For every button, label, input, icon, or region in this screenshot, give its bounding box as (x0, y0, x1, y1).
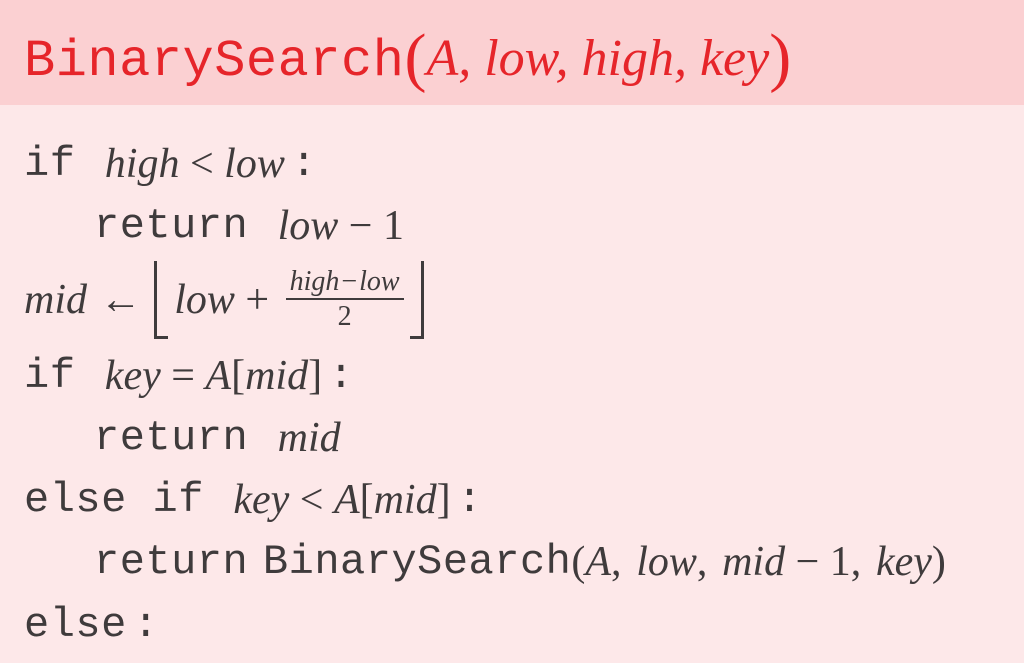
rbrack: ] (308, 345, 322, 407)
line-if-high-lt-low: if high < low : (24, 133, 1000, 195)
line-return-low-minus-1: return low − 1 (24, 195, 1000, 257)
rbrack: ] (437, 469, 451, 531)
func-name: BinarySearch (24, 32, 404, 91)
rparen-icon: ) (769, 21, 791, 94)
kw-return: return (94, 531, 248, 593)
op-lt: < (179, 133, 224, 195)
var-low: low (278, 195, 339, 257)
line-return-recurse-low: return BinarySearch(A,low,mid−1,key) (24, 531, 1000, 593)
var-mid: mid (636, 656, 699, 663)
var-key: key (105, 345, 161, 407)
arg-A: A (426, 30, 458, 87)
call-name: BinarySearch (263, 656, 571, 663)
var-high: high (290, 266, 340, 297)
literal-1: 1 (383, 195, 404, 257)
floor-expression: low + high−low 2 (154, 261, 423, 339)
assign-arrow-icon: ← (87, 269, 154, 331)
arg-low: low (484, 30, 555, 87)
var-low: low (174, 269, 235, 331)
literal-2: 2 (334, 302, 356, 331)
var-key: key (233, 469, 289, 531)
var-mid: mid (24, 269, 87, 331)
colon: : (322, 345, 354, 407)
kw-return: return (94, 195, 248, 257)
lbrack: [ (360, 469, 374, 531)
comma: , (765, 656, 776, 663)
lbrack: [ (231, 345, 245, 407)
kw-if: if (24, 133, 75, 195)
colon: : (127, 594, 159, 656)
lparen: ( (571, 531, 585, 593)
var-low: low (636, 531, 697, 593)
fraction: high−low 2 (286, 267, 404, 332)
var-A: A (205, 345, 231, 407)
var-A: A (334, 469, 360, 531)
comma: , (851, 531, 862, 593)
var-low: low (224, 133, 285, 195)
call-name: BinarySearch (263, 531, 571, 593)
var-mid: mid (722, 531, 785, 593)
var-mid: mid (278, 407, 341, 469)
rparen: ) (932, 531, 946, 593)
op-minus: − (339, 266, 359, 297)
kw-return: return (94, 407, 248, 469)
var-key: key (876, 531, 932, 593)
comma: , (556, 30, 569, 87)
var-A: A (585, 656, 611, 663)
line-return-recurse-high: return BinarySearch(A,mid+1,high,key) (24, 656, 1000, 663)
var-mid: mid (374, 469, 437, 531)
comma: , (611, 656, 622, 663)
kw-if: if (24, 345, 75, 407)
algorithm-body: if high < low : return low − 1 mid ← low… (0, 105, 1024, 663)
algorithm-title: BinarySearch(A, low, high, key) (0, 0, 1024, 105)
comma: , (611, 531, 622, 593)
var-high: high (105, 133, 180, 195)
line-if-key-eq: if key = A[mid] : (24, 345, 1000, 407)
lparen-icon: ( (404, 21, 426, 94)
lparen: ( (571, 656, 585, 663)
colon: : (285, 133, 317, 195)
var-A: A (585, 531, 611, 593)
line-mid-assign: mid ← low + high−low 2 (24, 259, 1000, 341)
kw-else: else (24, 594, 127, 656)
var-low: low (359, 266, 399, 297)
floor-left-icon (154, 261, 168, 339)
op-plus: + (235, 269, 280, 331)
literal-1: 1 (744, 656, 765, 663)
floor-right-icon (410, 261, 424, 339)
kw-else-if: else if (24, 469, 204, 531)
op-eq: = (161, 345, 206, 407)
op-lt: < (289, 469, 334, 531)
line-return-mid: return mid (24, 407, 1000, 469)
rparen: ) (946, 656, 960, 663)
var-high: high (790, 656, 865, 663)
arg-high: high (582, 30, 674, 87)
comma: , (697, 531, 708, 593)
comma: , (865, 656, 876, 663)
fraction-bar-icon (286, 298, 404, 300)
line-else: else: (24, 594, 1000, 656)
kw-return: return (94, 656, 248, 663)
comma: , (674, 30, 687, 87)
var-mid: mid (245, 345, 308, 407)
colon: : (451, 469, 483, 531)
op-minus: − (785, 531, 830, 593)
op-minus: − (338, 195, 383, 257)
op-plus: + (699, 656, 744, 663)
arg-key: key (700, 30, 769, 87)
line-elseif: else if key < A[mid] : (24, 469, 1000, 531)
comma: , (458, 30, 471, 87)
literal-1: 1 (830, 531, 851, 593)
var-key: key (890, 656, 946, 663)
